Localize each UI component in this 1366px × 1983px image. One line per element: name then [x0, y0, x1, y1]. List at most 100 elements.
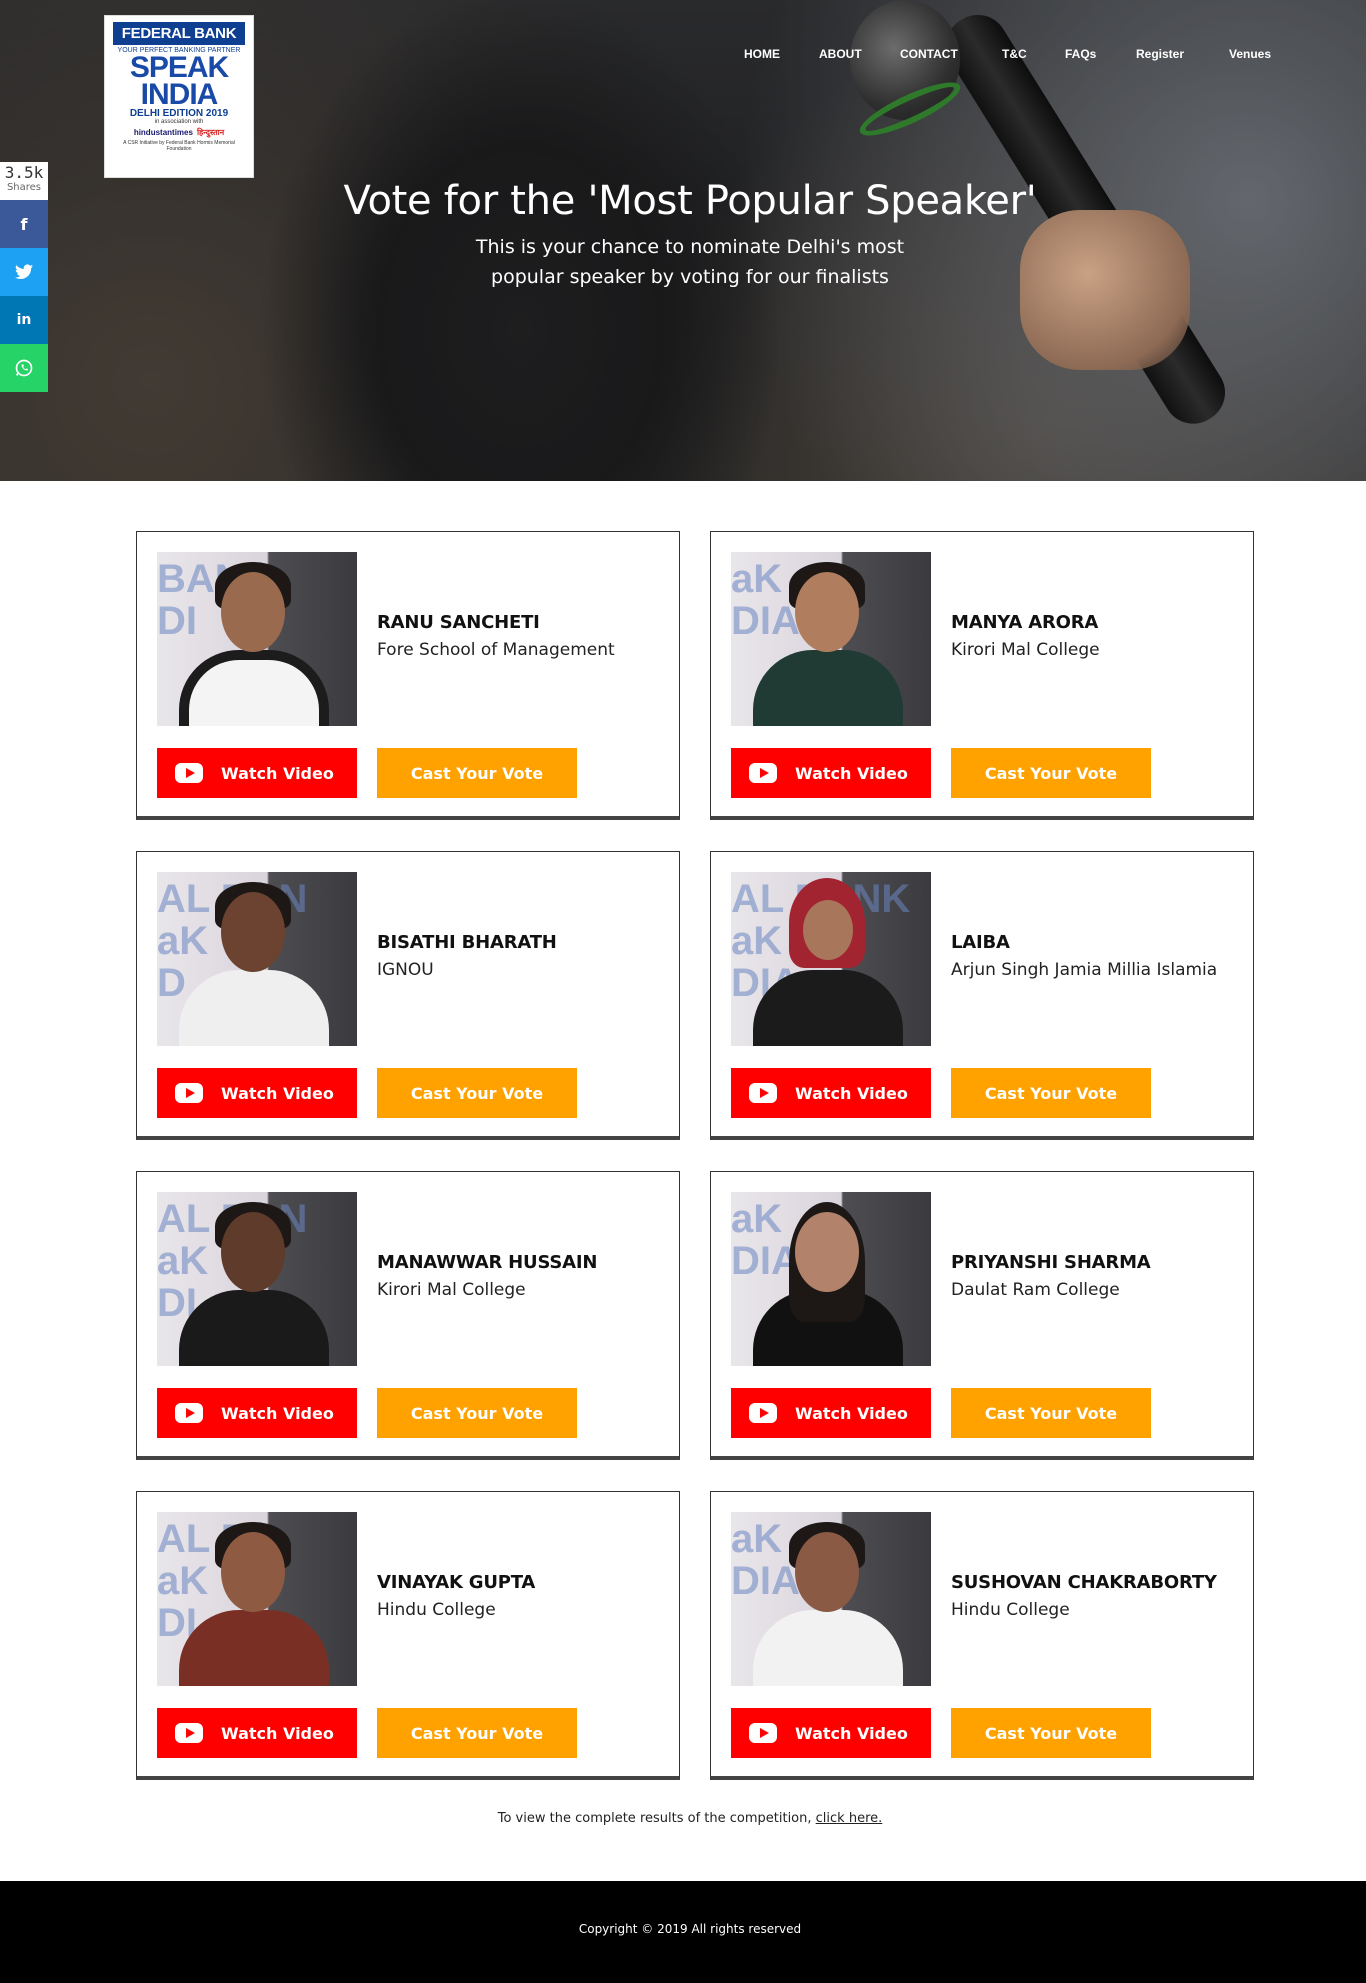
cast-vote-button[interactable]: Cast Your Vote — [951, 1388, 1151, 1438]
finalist-name: MANYA ARORA — [951, 612, 1099, 633]
finalist-school: Daulat Ram College — [951, 1280, 1120, 1300]
watch-video-label: Watch Video — [795, 1083, 908, 1103]
finalist-name: PRIYANSHI SHARMA — [951, 1252, 1151, 1273]
facebook-share-button[interactable]: f — [0, 200, 48, 248]
finalist-photo: aK DIA — [731, 1192, 931, 1366]
photo-head — [795, 1532, 859, 1612]
whatsapp-icon — [15, 359, 33, 377]
nav-register[interactable]: Register — [1136, 47, 1184, 61]
finalist-photo: AL BANaKDI — [157, 1192, 357, 1366]
logo-partner-ht: hindustantimes — [133, 128, 193, 137]
results-text: To view the complete results of the comp… — [497, 1811, 812, 1826]
photo-head — [221, 1212, 285, 1292]
youtube-icon — [749, 1083, 777, 1103]
watch-video-button[interactable]: Watch Video — [731, 1708, 931, 1758]
finalist-school: Kirori Mal College — [951, 640, 1100, 660]
finalist-photo: aK DIA — [731, 552, 931, 726]
finalist-card: AL BANaKD BISATHI BHARATH IGNOU Watch Vi… — [136, 851, 680, 1140]
finalist-school: Arjun Singh Jamia Millia Islamia — [951, 960, 1218, 980]
watch-video-label: Watch Video — [221, 1083, 334, 1103]
cast-vote-button[interactable]: Cast Your Vote — [951, 1708, 1151, 1758]
page-subtitle: This is your chance to nominate Delhi's … — [0, 232, 1366, 292]
finalist-card: aK DIA MANYA ARORA Kirori Mal College Wat… — [710, 531, 1254, 820]
page-title: Vote for the 'Most Popular Speaker' — [343, 178, 1037, 224]
finalist-name: BISATHI BHARATH — [377, 932, 557, 953]
finalist-photo: AL BANaKD — [157, 872, 357, 1046]
watch-video-button[interactable]: Watch Video — [157, 1388, 357, 1438]
copyright-text: Copyright © 2019 All rights reserved — [578, 1922, 802, 1936]
watch-video-button[interactable]: Watch Video — [157, 1068, 357, 1118]
cast-vote-button[interactable]: Cast Your Vote — [377, 748, 577, 798]
finalist-photo: AL BAaKDI — [157, 1512, 357, 1686]
share-count-label: Shares — [6, 182, 42, 193]
photo-body — [753, 650, 903, 726]
photo-head — [795, 572, 859, 652]
finalist-card: AL BANaKDI MANAWWAR HUSSAIN Kirori Mal C… — [136, 1171, 680, 1460]
finalist-name: MANAWWAR HUSSAIN — [377, 1252, 598, 1273]
watch-video-label: Watch Video — [221, 763, 334, 783]
nav-about[interactable]: ABOUT — [819, 47, 862, 61]
nav-venues[interactable]: Venues — [1229, 47, 1271, 61]
watch-video-button[interactable]: Watch Video — [731, 748, 931, 798]
photo-head — [221, 1532, 285, 1612]
finalist-photo: AL BANKaKDIA — [731, 872, 931, 1046]
finalist-photo: aK DIA — [731, 1512, 931, 1686]
finalist-school: Hindu College — [951, 1600, 1070, 1620]
nav-tc[interactable]: T&C — [1002, 47, 1027, 61]
logo-csr: A CSR Initiative by Federal Bank Hormis … — [123, 140, 235, 152]
finalist-name: RANU SANCHETI — [377, 612, 540, 633]
youtube-icon — [175, 763, 203, 783]
finalist-card: aK DIA PRIYANSHI SHARMA Daulat Ram Colleg… — [710, 1171, 1254, 1460]
youtube-icon — [749, 1723, 777, 1743]
logo-partners: hindustantimes हिन्दुस्तान — [113, 127, 245, 138]
logo-partner-hindustan: हिन्दुस्तान — [196, 128, 225, 137]
finalist-card: aK DIA SUSHOVAN CHAKRABORTY Hindu College… — [710, 1491, 1254, 1780]
linkedin-share-button[interactable]: in — [0, 296, 48, 344]
share-count: 3.5k Shares — [0, 162, 48, 200]
watch-video-label: Watch Video — [221, 1723, 334, 1743]
finalist-card: AL BAaKDI VINAYAK GUPTA Hindu College Wa… — [136, 1491, 680, 1780]
finalist-card: BAN DI RANU SANCHETI Fore School of Manag… — [136, 531, 680, 820]
site-logo[interactable]: FEDERAL BANK YOUR PERFECT BANKING PARTNE… — [104, 15, 254, 178]
photo-body — [179, 650, 329, 726]
finalist-name: LAIBA — [951, 932, 1010, 953]
cast-vote-button[interactable]: Cast Your Vote — [951, 1068, 1151, 1118]
watch-video-button[interactable]: Watch Video — [157, 748, 357, 798]
finalist-name: SUSHOVAN CHAKRABORTY — [951, 1572, 1217, 1593]
cast-vote-button[interactable]: Cast Your Vote — [377, 1068, 577, 1118]
subtitle-line-2: popular speaker by voting for our finali… — [491, 266, 889, 288]
logo-edition: DELHI EDITION 2019 — [129, 108, 229, 119]
cast-vote-button[interactable]: Cast Your Vote — [951, 748, 1151, 798]
finalist-photo: BAN DI — [157, 552, 357, 726]
cast-vote-button[interactable]: Cast Your Vote — [377, 1388, 577, 1438]
watch-video-label: Watch Video — [795, 763, 908, 783]
share-bar: 3.5k Shares f in — [0, 162, 48, 392]
logo-bank-name: FEDERAL BANK — [113, 22, 245, 45]
watch-video-button[interactable]: Watch Video — [731, 1068, 931, 1118]
finalist-name: VINAYAK GUPTA — [377, 1572, 536, 1593]
photo-head — [803, 900, 853, 960]
photo-body — [753, 1610, 903, 1686]
twitter-share-button[interactable] — [0, 248, 48, 296]
nav-contact[interactable]: CONTACT — [900, 47, 958, 61]
logo-india: INDIA — [140, 78, 219, 111]
subtitle-line-1: This is your chance to nominate Delhi's … — [475, 236, 905, 258]
twitter-icon — [15, 264, 33, 280]
youtube-icon — [175, 1403, 203, 1423]
youtube-icon — [175, 1083, 203, 1103]
nav-faqs[interactable]: FAQs — [1065, 47, 1096, 61]
youtube-icon — [175, 1723, 203, 1743]
watch-video-button[interactable]: Watch Video — [731, 1388, 931, 1438]
nav-home[interactable]: HOME — [744, 47, 780, 61]
facebook-icon: f — [20, 214, 28, 234]
finalist-card: AL BANKaKDIA LAIBA Arjun Singh Jamia Mil… — [710, 851, 1254, 1140]
results-note: To view the complete results of the comp… — [0, 1811, 1366, 1826]
watch-video-button[interactable]: Watch Video — [157, 1708, 357, 1758]
finalist-school: Hindu College — [377, 1600, 496, 1620]
photo-body — [179, 1610, 329, 1686]
finalist-school: IGNOU — [377, 960, 434, 980]
cast-vote-button[interactable]: Cast Your Vote — [377, 1708, 577, 1758]
whatsapp-share-button[interactable] — [0, 344, 48, 392]
youtube-icon — [749, 1403, 777, 1423]
results-link[interactable]: click here. — [816, 1811, 883, 1826]
